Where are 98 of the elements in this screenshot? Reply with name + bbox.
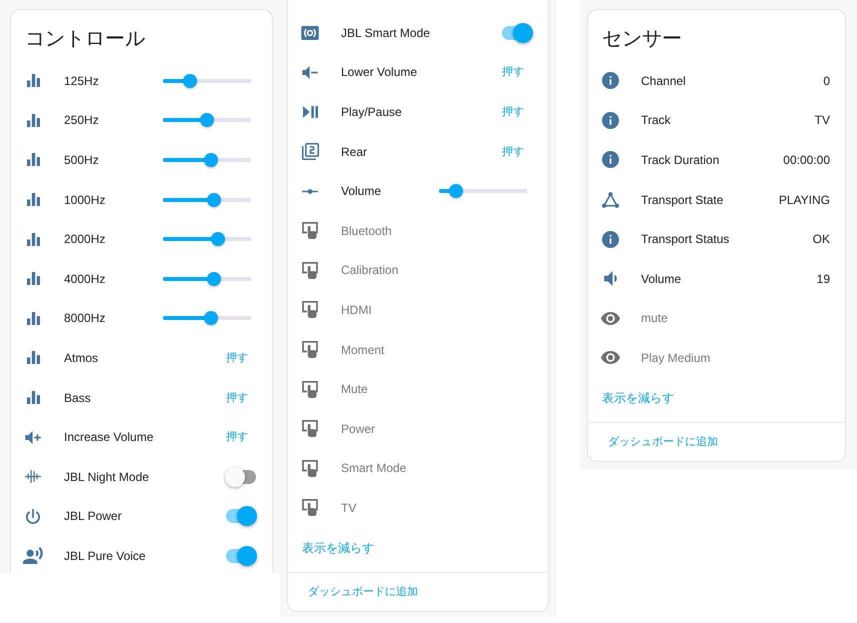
eye-icon <box>600 312 620 325</box>
entity-name: Play/Pause <box>341 104 402 120</box>
press-button[interactable]: 押す <box>495 98 531 125</box>
sensor-name: Transport Status <box>641 231 730 248</box>
triangle-nodes-icon <box>602 192 618 208</box>
show-less-link[interactable]: 表示を減らす <box>288 528 388 568</box>
numbered-layers-icon <box>302 143 318 160</box>
slider-thumb[interactable] <box>200 113 214 128</box>
info-icon <box>602 230 618 248</box>
play-pause-icon <box>302 106 318 118</box>
entity-name: HDMI <box>341 302 372 318</box>
speaker-icon <box>604 271 616 286</box>
slider-thumb[interactable] <box>448 184 463 198</box>
entity-name: TV <box>341 500 356 516</box>
equalizer-icon <box>26 272 40 286</box>
slider-thumb[interactable] <box>207 272 222 286</box>
surround-sound-icon <box>301 26 319 40</box>
eye-icon <box>600 351 620 364</box>
entity-name: Mute <box>341 381 368 398</box>
tap-button-icon <box>302 460 318 477</box>
sensor-name: Volume <box>641 270 682 287</box>
entity-name: 2000Hz <box>64 231 106 248</box>
equalizer-icon <box>26 153 40 166</box>
press-button[interactable]: 押す <box>495 59 531 86</box>
sensor-name: mute <box>641 310 668 326</box>
press-button[interactable]: 押す <box>219 424 255 450</box>
card-title: コントロール <box>24 27 146 52</box>
press-button[interactable]: 押す <box>495 138 531 165</box>
tap-button-icon <box>302 222 318 240</box>
tap-button-icon <box>302 499 318 516</box>
entity-name: 4000Hz <box>64 270 106 287</box>
waveform-icon <box>25 470 41 484</box>
sensor-value: PLAYING <box>778 192 830 208</box>
entity-name: Volume <box>341 183 382 200</box>
sensor-name: Track <box>641 112 671 128</box>
toggle-switch[interactable] <box>225 466 257 487</box>
show-less-link[interactable]: 表示を減らす <box>588 378 688 418</box>
entity-name: Increase Volume <box>64 429 154 446</box>
sensor-name: Channel <box>641 72 686 89</box>
equalizer-icon <box>26 74 40 88</box>
sensor-value: 0 <box>823 72 830 89</box>
entity-name: Moment <box>341 342 384 358</box>
press-button[interactable]: 押す <box>219 384 255 411</box>
entity-name: 1000Hz <box>64 192 106 208</box>
tap-button-icon <box>302 262 318 279</box>
entity-name: Calibration <box>341 262 398 278</box>
sensor-value: 00:00:00 <box>783 152 830 168</box>
tap-button-icon <box>302 301 318 318</box>
entity-name: Bass <box>64 390 91 406</box>
toggle-switch[interactable] <box>225 546 257 566</box>
entity-name: 250Hz <box>64 112 99 128</box>
sensor-name: Play Medium <box>641 350 710 366</box>
entity-name: Rear <box>341 144 368 160</box>
add-to-dashboard-button[interactable]: ダッシュボードに追加 <box>600 426 726 457</box>
equalizer-icon <box>26 232 40 246</box>
info-icon <box>602 151 618 168</box>
entity-name: 8000Hz <box>64 310 106 326</box>
equalizer-icon <box>26 193 40 206</box>
tap-button-icon <box>302 341 318 358</box>
toggle-switch[interactable] <box>225 506 257 526</box>
tap-button-icon <box>302 380 318 398</box>
equalizer-icon <box>26 351 40 364</box>
card-title: センサー <box>601 27 683 52</box>
slider-thumb[interactable] <box>210 232 225 246</box>
slider-thumb[interactable] <box>204 152 218 167</box>
info-icon <box>602 112 618 129</box>
tap-button-icon <box>302 420 318 438</box>
entity-name: Power <box>341 420 376 437</box>
slider-thumb[interactable] <box>207 192 222 207</box>
entity-name: Lower Volume <box>341 64 418 80</box>
sensor-name: Transport State <box>641 192 724 208</box>
sensor-value: OK <box>812 231 830 248</box>
info-icon <box>602 72 618 90</box>
equalizer-icon <box>26 391 40 404</box>
entity-name: 500Hz <box>64 152 99 168</box>
dot-on-line-icon <box>302 188 318 194</box>
entity-name: JBL Pure Voice <box>64 548 146 564</box>
press-button[interactable]: 押す <box>219 344 255 371</box>
entity-name: JBL Night Mode <box>64 468 149 485</box>
volume-down-icon <box>302 66 318 79</box>
entity-name: JBL Power <box>64 508 122 524</box>
volume-up-icon <box>25 430 41 444</box>
slider-thumb[interactable] <box>183 74 198 88</box>
power-icon <box>26 508 40 524</box>
entity-name: Smart Mode <box>341 460 406 476</box>
entity-name: Atmos <box>64 350 98 366</box>
entity-name: 125Hz <box>64 72 99 89</box>
entity-name: Bluetooth <box>341 222 392 239</box>
add-to-dashboard-button[interactable]: ダッシュボードに追加 <box>300 576 426 607</box>
equalizer-icon <box>26 312 40 325</box>
sensor-value: 19 <box>816 270 830 287</box>
entity-name: JBL Smart Mode <box>341 24 430 41</box>
sensor-name: Track Duration <box>641 152 720 168</box>
sensor-value: TV <box>814 112 830 128</box>
toggle-switch[interactable] <box>501 22 533 43</box>
person-speaking-icon <box>23 547 43 564</box>
slider-thumb[interactable] <box>204 311 218 326</box>
equalizer-icon <box>26 114 40 127</box>
